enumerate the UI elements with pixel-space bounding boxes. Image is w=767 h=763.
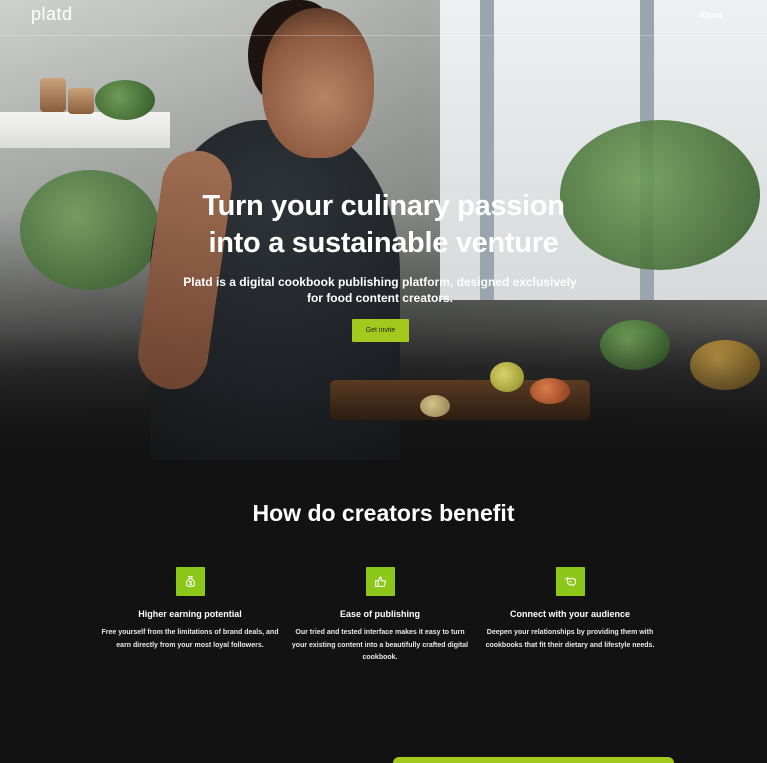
hero-subtitle: Platd is a digital cookbook publishing p… <box>183 275 577 305</box>
jar-decoration <box>40 78 66 112</box>
hero-title-line-1: Turn your culinary passion <box>202 190 565 222</box>
benefit-description: Free yourself from the limitations of br… <box>101 629 279 649</box>
money-bag-icon <box>175 567 205 596</box>
plant-decoration <box>95 80 155 120</box>
jar-decoration <box>68 88 94 114</box>
vegetable-decoration <box>530 378 570 404</box>
vegetable-decoration <box>490 362 524 392</box>
benefit-card-audience: Connect with your audience Deepen your r… <box>480 567 660 652</box>
platd-logo[interactable]: platd <box>31 4 73 25</box>
hero-title-line-2: into a sustainable venture <box>208 227 559 259</box>
handshake-icon <box>555 567 585 596</box>
nav-link-about[interactable]: About <box>699 11 722 20</box>
vegetable-decoration <box>420 395 450 417</box>
get-invite-button[interactable]: Get invite <box>352 319 409 342</box>
thumbs-up-icon <box>365 567 395 596</box>
benefit-card-earning: Higher earning potential Free yourself f… <box>100 567 280 652</box>
benefits-heading: How do creators benefit <box>252 500 515 526</box>
benefit-description: Our tried and tested interface makes it … <box>291 629 469 661</box>
top-navigation: platd About <box>0 0 767 36</box>
benefit-title: Connect with your audience <box>509 609 630 619</box>
kitchen-shelf <box>0 112 170 148</box>
benefit-card-publishing: Ease of publishing Our tried and tested … <box>290 567 470 665</box>
benefit-title: Ease of publishing <box>339 609 420 619</box>
hero-title: Turn your culinary passion into a sustai… <box>0 188 767 262</box>
benefit-title: Higher earning potential <box>138 609 242 619</box>
next-section-card-edge <box>393 757 674 763</box>
benefit-description: Deepen your relationships by providing t… <box>485 629 655 649</box>
